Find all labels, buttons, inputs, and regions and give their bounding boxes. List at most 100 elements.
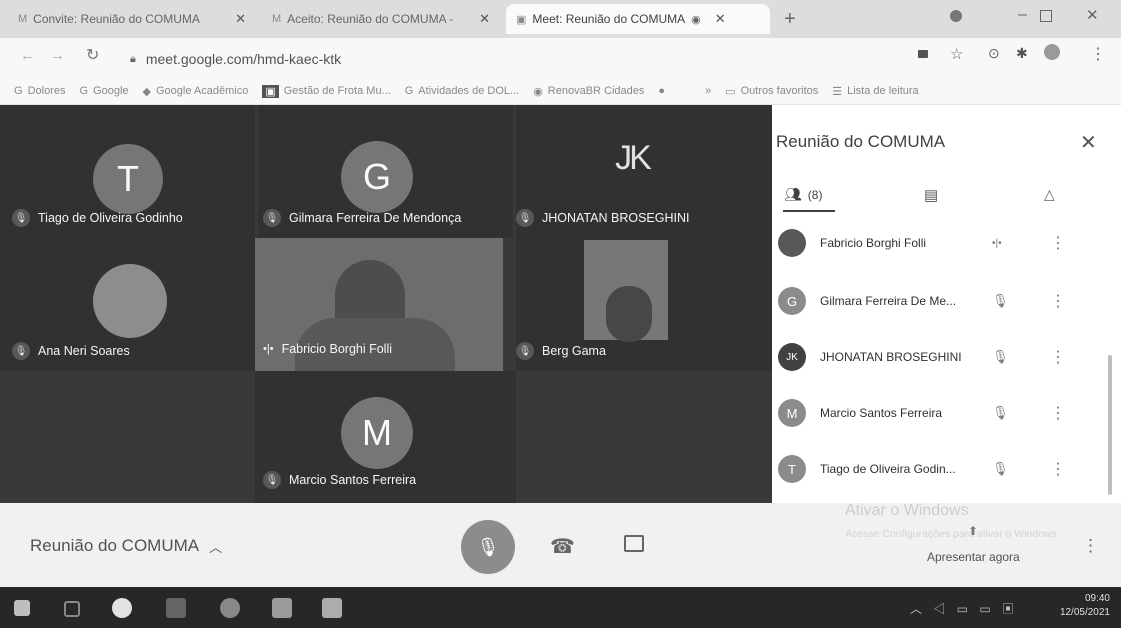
avatar: T (778, 455, 806, 483)
bookmark-item[interactable]: G Dolores (14, 85, 65, 97)
close-icon[interactable]: ✕ (235, 11, 246, 27)
forward-icon[interactable]: → (50, 47, 65, 64)
more-options-icon[interactable]: ⋮ (1050, 403, 1066, 423)
participant-name: 🎙︎ Gilmara Ferreira De Mendonça (263, 209, 461, 227)
tab-convite[interactable]: M Convite: Reunião do COMUMA ✕ (8, 4, 256, 34)
more-options-icon[interactable]: ⋮ (1082, 536, 1099, 556)
participant-tile[interactable]: M 🎙︎ Marcio Santos Ferreira (255, 371, 516, 503)
bookmark-item[interactable]: ◆ Google Acadêmico (143, 85, 249, 98)
profile-icon[interactable] (950, 10, 962, 22)
bookmarks-more[interactable]: » (705, 85, 711, 97)
puzzle-icon[interactable]: ✱ (1016, 45, 1028, 62)
gmail-icon: M (18, 13, 28, 25)
participant-tile[interactable]: G 🎙︎ Gilmara Ferreira De Mendonça (258, 105, 513, 238)
url-field[interactable]: 🔒︎ meet.google.com/hmd-kaec-ktk (130, 46, 920, 72)
tab-meet[interactable]: ▣ Meet: Reunião do COMUMA ◉ ✕ (506, 4, 770, 34)
tab-people[interactable]: 👥︎ (8) (784, 186, 822, 203)
participant-name: 🎙︎ JHONATAN BROSEGHINI (516, 209, 689, 227)
mic-off-icon: 🎙︎ (263, 209, 281, 227)
clock[interactable]: 09:40 12/05/2021 (1040, 592, 1110, 620)
activities-icon[interactable]: △ (1044, 186, 1055, 203)
present-now-button[interactable]: Apresentar agora (927, 550, 1020, 564)
more-options-icon[interactable]: ⋮ (1050, 291, 1066, 311)
minimize-icon[interactable]: – (1018, 6, 1027, 24)
bookmark-item[interactable]: ◉ RenovaBR Cidades (533, 85, 644, 98)
reading-list-icon: ☰ (832, 85, 843, 98)
reload-icon[interactable]: ↻ (86, 45, 99, 65)
participant-tile[interactable]: 🎙︎ Ana Neri Soares (0, 238, 255, 371)
maximize-icon[interactable] (1040, 10, 1052, 22)
bookmark-item[interactable]: ● (658, 85, 665, 97)
bookmark-item[interactable]: G Atividades de DOL... (405, 85, 519, 97)
participant-tile[interactable]: T 🎙︎ Tiago de Oliveira Godinho (0, 105, 255, 238)
mic-off-icon: 🎙︎ (992, 405, 1009, 420)
scrollbar[interactable] (1108, 355, 1112, 495)
site-icon: ▣ (262, 84, 279, 98)
bookmark-item[interactable]: G Google (79, 85, 128, 97)
more-options-icon[interactable]: ⋮ (1050, 347, 1066, 367)
camera-indicator-icon[interactable] (918, 50, 928, 58)
participant-row[interactable]: Fabricio Borghi Folli •|• ⋮ (772, 222, 1121, 264)
mic-off-icon: 🎙︎ (12, 342, 30, 360)
pdf-icon[interactable] (166, 598, 186, 618)
participant-row[interactable]: M Marcio Santos Ferreira 🎙︎ ⋮ (772, 392, 1121, 434)
panel-title: Reunião do COMUMA (776, 132, 946, 151)
participant-name: 🎙︎ Marcio Santos Ferreira (263, 471, 416, 489)
back-icon[interactable]: ← (20, 47, 35, 64)
star-icon[interactable]: ☆ (950, 45, 963, 63)
avatar (778, 229, 806, 257)
menu-icon[interactable]: ⋮ (1090, 44, 1106, 64)
video-grid: T 🎙︎ Tiago de Oliveira Godinho G 🎙︎ Gilmar… (0, 105, 772, 503)
gmail-icon: M (272, 13, 282, 25)
whatsapp-icon[interactable] (112, 598, 132, 618)
avatar: G (341, 141, 413, 213)
participant-video[interactable]: •|• Fabricio Borghi Folli (255, 238, 503, 371)
avatar: M (778, 399, 806, 427)
chat-icon[interactable]: ▤ (924, 186, 938, 204)
close-icon[interactable]: ✕ (715, 11, 726, 27)
meeting-details[interactable]: Reunião do COMUMA ︿ (30, 536, 222, 556)
person-silhouette (606, 286, 652, 342)
url-text: meet.google.com/hmd-kaec-ktk (145, 51, 342, 67)
more-options-icon[interactable]: ⋮ (1050, 233, 1066, 253)
file-explorer-icon[interactable] (272, 598, 292, 618)
task-view-icon[interactable] (64, 601, 80, 617)
camera-toggle-button[interactable] (624, 535, 644, 552)
github-icon: ● (658, 85, 666, 97)
other-favorites[interactable]: ▭ Outros favoritos (725, 85, 818, 98)
participant-tile[interactable]: JK 🎙︎ JHONATAN BROSEGHINI (516, 105, 772, 238)
mic-off-icon: 🎙︎ (992, 461, 1009, 476)
new-tab-button[interactable]: + (784, 8, 796, 31)
participant-row[interactable]: JK JHONATAN BROSEGHINI 🎙︎ ⋮ (772, 336, 1121, 378)
google-icon: G (404, 85, 414, 97)
meet-icon: ▣ (516, 13, 527, 26)
leave-call-button[interactable]: ☎︎ (550, 534, 575, 559)
participant-row[interactable]: G Gilmara Ferreira De Me... 🎙︎ ⋮ (772, 280, 1121, 322)
mic-toggle-button[interactable]: 🎙︎ (461, 520, 515, 574)
mic-off-icon: 🎙︎ (476, 536, 500, 557)
scholar-icon: ◆ (142, 85, 151, 98)
bookmark-item[interactable]: ▣ Gestão de Frota Mu... (262, 84, 391, 98)
avatar[interactable] (1044, 44, 1060, 60)
activate-windows-title: Ativar o Windows (845, 502, 969, 519)
tab-aceito[interactable]: M Aceito: Reunião do COMUMA - ✕ (262, 4, 500, 34)
more-options-icon[interactable]: ⋮ (1050, 459, 1066, 479)
word-icon[interactable] (322, 598, 342, 618)
chrome-icon[interactable] (220, 598, 240, 618)
participant-row[interactable]: T Tiago de Oliveira Godin... 🎙︎ ⋮ (772, 448, 1121, 490)
participant-video[interactable]: 🎙︎ Berg Gama (516, 238, 772, 371)
close-icon[interactable]: ✕ (479, 11, 490, 27)
speaking-icon: •|• (992, 237, 1002, 249)
present-icon: ⬆︎ (968, 524, 979, 538)
participant-name: 🎙︎ Tiago de Oliveira Godinho (12, 209, 183, 227)
close-panel-button[interactable]: ✕ (1080, 130, 1097, 155)
tab-label: Meet: Reunião do COMUMA (532, 12, 686, 26)
recording-icon: ◉ (691, 13, 701, 26)
system-tray[interactable]: ︿ ◁ ▭ ▭ ▣ (910, 600, 1018, 617)
extension-icon[interactable]: ⊙ (988, 45, 1000, 62)
reading-list[interactable]: ☰ Lista de leitura (832, 85, 918, 98)
folder-icon: ▭ (725, 85, 736, 98)
close-window-icon[interactable]: ✕ (1086, 6, 1099, 24)
start-icon[interactable] (14, 600, 30, 616)
mic-off-icon: 🎙︎ (516, 209, 534, 227)
